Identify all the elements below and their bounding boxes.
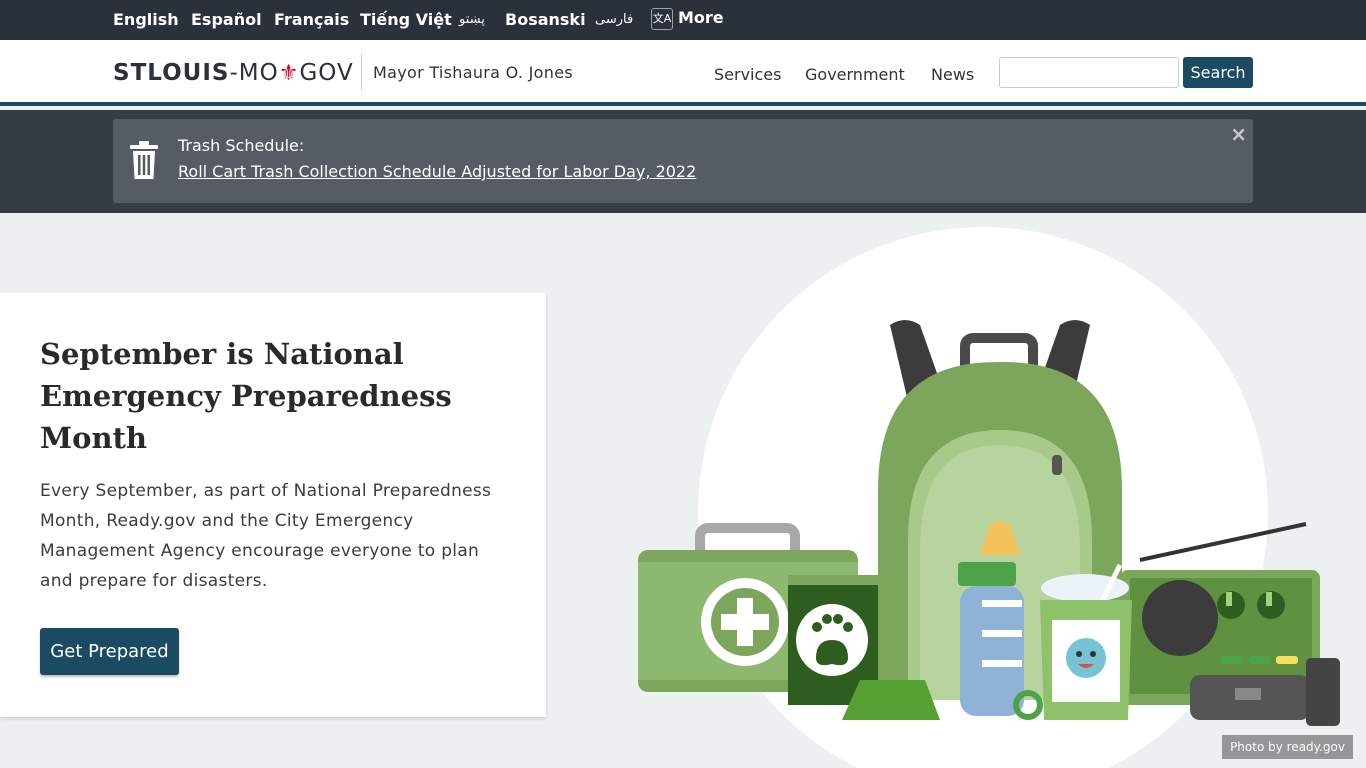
language-link-english[interactable]: English: [113, 10, 179, 29]
language-link-vietnamese[interactable]: Tiếng Việt: [360, 10, 452, 29]
nav-link-news[interactable]: News: [931, 65, 974, 84]
language-link-francais[interactable]: Français: [274, 10, 349, 29]
language-link-pashto[interactable]: پښتو: [459, 12, 485, 27]
fleur-de-lis-icon: ⚜: [278, 61, 300, 86]
language-link-farsi[interactable]: فارسی: [595, 12, 633, 27]
logo-text-end: GOV: [299, 60, 354, 86]
more-label: More: [678, 8, 724, 27]
logo-divider: [361, 54, 362, 90]
logo-text-mid: -MO: [229, 60, 279, 86]
nav-link-services[interactable]: Services: [714, 65, 781, 84]
alert-link[interactable]: Roll Cart Trash Collection Schedule Adju…: [178, 162, 696, 181]
site-logo[interactable]: STLOUIS-MO⚜GOV: [113, 60, 354, 86]
translate-icon: 文A: [651, 8, 673, 30]
language-link-espanol[interactable]: Español: [191, 10, 262, 29]
language-link-bosanski[interactable]: Bosanski: [505, 10, 586, 29]
trash-icon: [130, 141, 158, 179]
trash-schedule-alert: Trash Schedule: Roll Cart Trash Collecti…: [113, 119, 1253, 203]
nav-link-government[interactable]: Government: [805, 65, 905, 84]
site-header: STLOUIS-MO⚜GOV Mayor Tishaura O. Jones S…: [0, 40, 1366, 106]
alert-band: Trash Schedule: Roll Cart Trash Collecti…: [0, 110, 1366, 213]
hero-description: Every September, as part of National Pre…: [40, 481, 492, 591]
hero-title: September is National Emergency Prepared…: [40, 337, 452, 455]
close-icon[interactable]: ×: [1230, 122, 1247, 146]
logo-text-bold: STLOUIS: [113, 60, 230, 86]
search-button[interactable]: Search: [1183, 57, 1253, 88]
language-bar: English Español Français Tiếng Việt پښتو…: [0, 0, 1366, 40]
emergency-kit-illustration: [638, 320, 1340, 726]
hero-card: September is National Emergency Prepared…: [0, 293, 546, 717]
more-languages-button[interactable]: 文A More: [651, 8, 724, 30]
search-input[interactable]: [999, 57, 1179, 88]
mayor-name: Mayor Tishaura O. Jones: [373, 63, 573, 82]
photo-credit: Photo by ready.gov: [1222, 735, 1353, 759]
get-prepared-button[interactable]: Get Prepared: [40, 628, 179, 675]
alert-title: Trash Schedule:: [178, 136, 305, 155]
